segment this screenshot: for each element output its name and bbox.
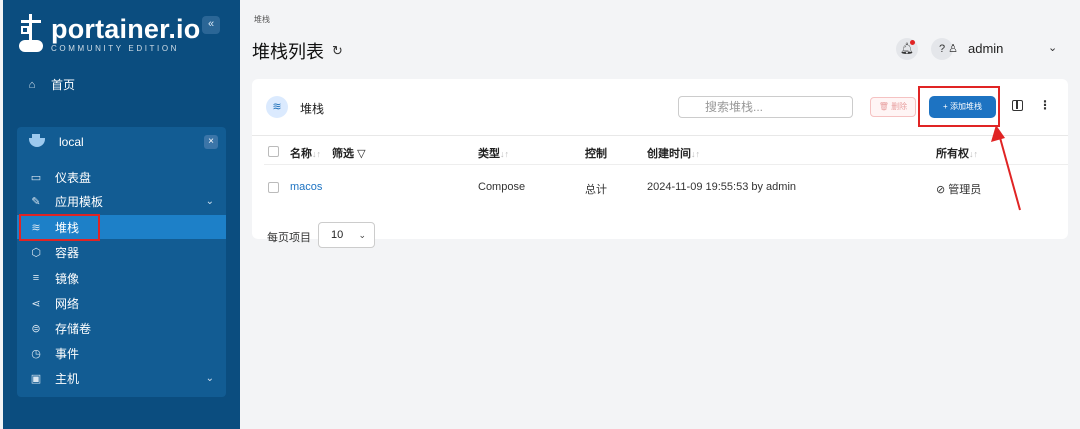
annotation-arrow	[991, 125, 1021, 211]
arrow-line	[998, 133, 1021, 211]
arrow-head	[991, 125, 1005, 142]
